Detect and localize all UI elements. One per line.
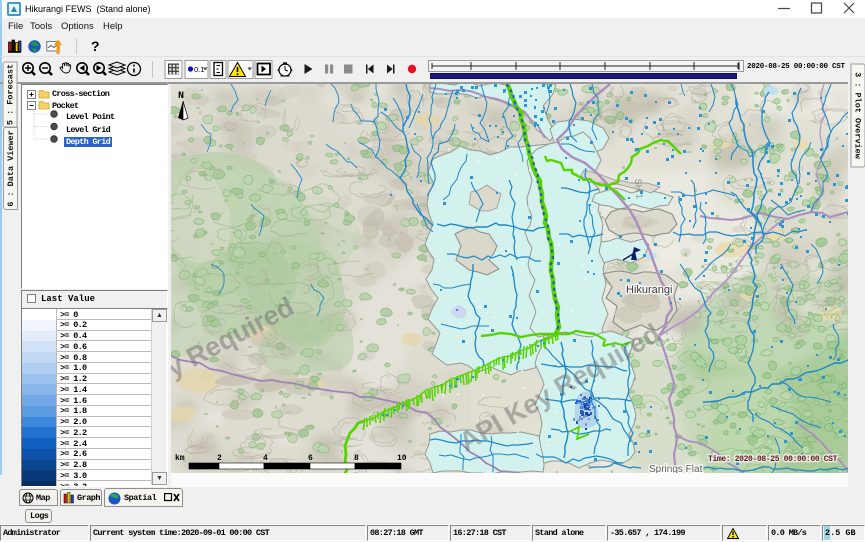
svg-text:Time: 2020-08-25 00:00:00 CST: Time: 2020-08-25 00:00:00 CST [708, 455, 838, 464]
svg-text:6: 6 [308, 454, 313, 463]
svg-text:Hikurangi: Hikurangi [626, 284, 672, 296]
svg-text:4: 4 [263, 454, 268, 463]
svg-text:2: 2 [217, 454, 222, 463]
svg-text:8: 8 [354, 454, 359, 463]
svg-text:km: km [175, 454, 185, 463]
svg-text:10: 10 [397, 454, 407, 463]
svg-text:0.1: 0.1 [194, 65, 204, 74]
svg-text:SH 1: SH 1 [633, 178, 645, 199]
svg-text:N: N [178, 91, 184, 102]
